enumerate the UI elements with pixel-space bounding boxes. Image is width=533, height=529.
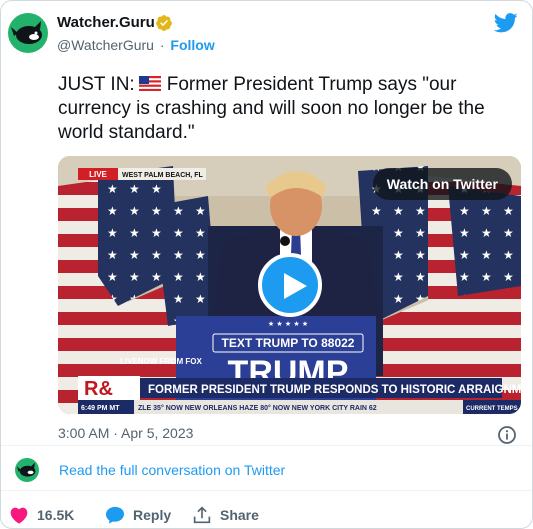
conversation-avatar[interactable] [15, 458, 39, 482]
tweet-header: Watcher.Guru @WatcherGuru · Follow [1, 1, 532, 67]
headline-text: FORMER PRESIDENT TRUMP RESPONDS TO HISTO… [148, 384, 521, 396]
live-badge: LIVE [89, 170, 107, 179]
author-name[interactable]: Watcher.Guru [57, 14, 155, 31]
share-label: Share [220, 507, 259, 523]
like-count: 16.5K [37, 507, 75, 523]
tweet-prefix: JUST IN: [58, 74, 135, 95]
twitter-bird-icon[interactable] [494, 13, 518, 33]
reply-button[interactable]: Reply [105, 505, 171, 525]
author-handle[interactable]: @WatcherGuru [57, 37, 154, 53]
follow-button[interactable]: Follow [170, 37, 214, 53]
watch-on-twitter-button[interactable]: Watch on Twitter [372, 168, 512, 200]
play-icon [284, 273, 307, 299]
reply-bubble-icon [106, 506, 124, 524]
tweet-actions: 16.5K Reply Share [1, 497, 532, 528]
read-conversation-link[interactable]: Read the full conversation on Twitter [59, 462, 285, 478]
livenow-text: LIVENOW FROM FOX [120, 357, 202, 366]
tweet-text: JUST IN: Former President Trump says "ou… [58, 73, 498, 145]
ticker-time: 6:49 PM MT [81, 405, 120, 412]
like-button[interactable]: 16.5K [9, 505, 74, 525]
share-icon [193, 506, 211, 524]
ticker-tag: CURRENT TEMPS [466, 406, 518, 412]
heart-icon [10, 507, 28, 524]
handle-separator: · [159, 37, 165, 53]
network-logo: R& [84, 378, 113, 400]
reply-label: Reply [133, 507, 172, 523]
svg-text:★ ★ ★ ★ ★: ★ ★ ★ ★ ★ [268, 320, 308, 328]
tweet-timestamp[interactable]: 3:00 AM · Apr 5, 2023 [58, 425, 193, 441]
podium-sign-text: TEXT TRUMP TO 88022 [222, 336, 355, 350]
video-media[interactable]: ★ TEXT TRU [58, 156, 521, 414]
share-button[interactable]: Share [192, 505, 259, 525]
embedded-tweet-card: Watcher.Guru @WatcherGuru · Follow JUST … [0, 0, 533, 529]
verified-badge-icon [156, 15, 172, 31]
info-icon[interactable] [497, 425, 517, 445]
author-avatar[interactable] [8, 13, 48, 53]
author-handle-line: @WatcherGuru · Follow [57, 37, 215, 53]
ticker-text: ZLE 35° NOW NEW ORLEANS HAZE 80° NOW NEW… [138, 404, 377, 412]
play-button[interactable] [258, 253, 322, 317]
us-flag-icon [138, 76, 161, 91]
conversation-row: Read the full conversation on Twitter [1, 445, 532, 491]
location-text: WEST PALM BEACH, FL [122, 172, 203, 179]
